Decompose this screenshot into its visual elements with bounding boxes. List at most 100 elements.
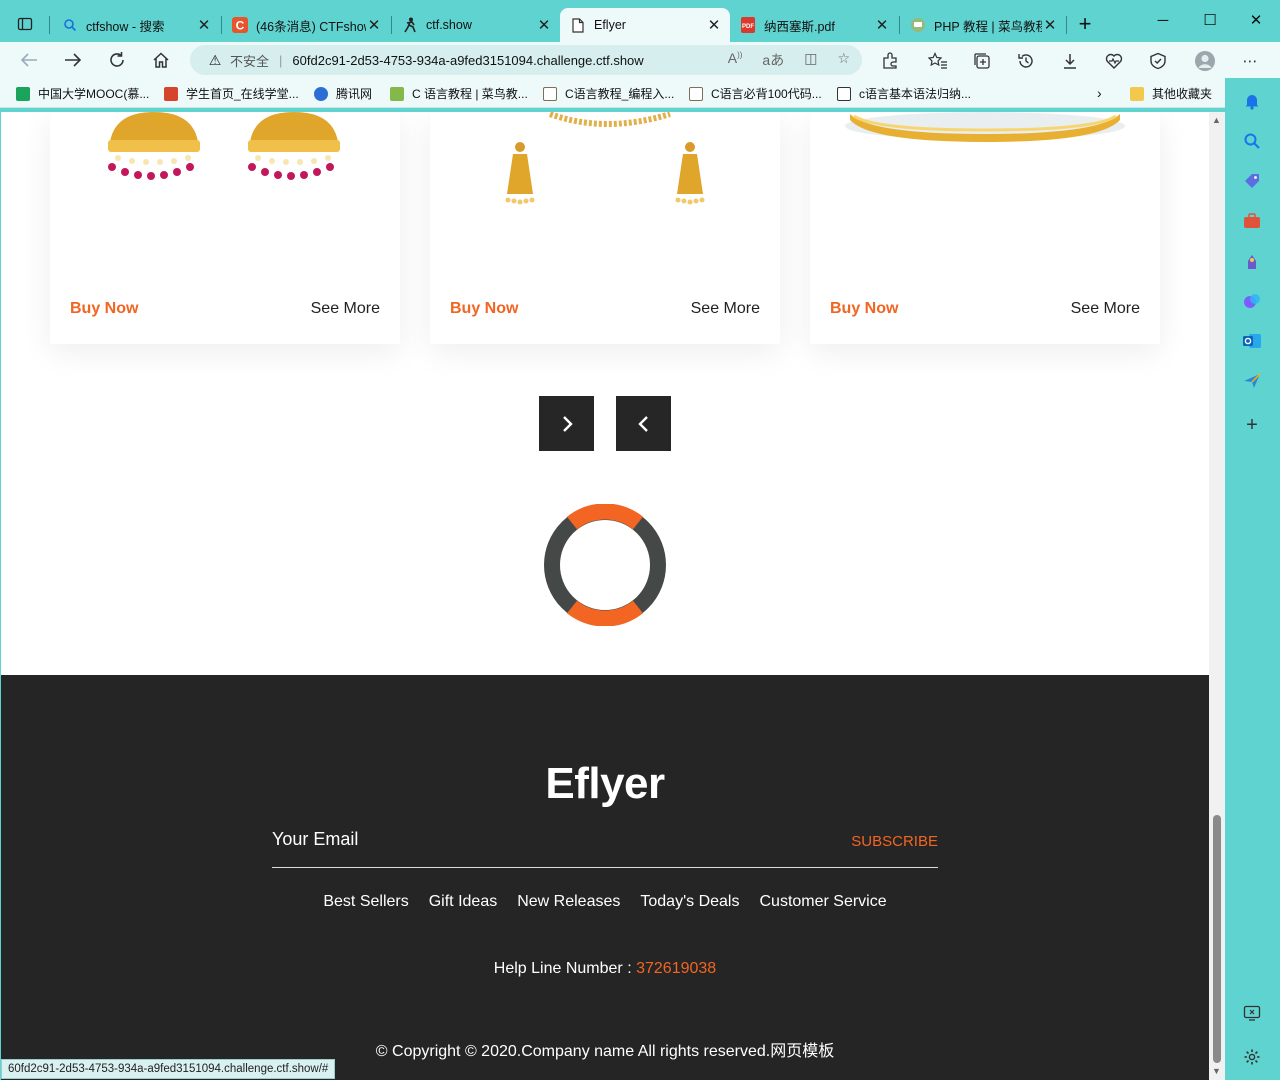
runner-icon [402, 17, 418, 33]
email-input[interactable]: Your Email [272, 829, 358, 850]
refresh-button[interactable] [102, 46, 132, 74]
bookmark-item[interactable]: 学生首页_在线学堂... [164, 85, 299, 102]
new-tab-button[interactable]: + [1072, 12, 1098, 38]
close-tab-icon[interactable]: ✕ [706, 16, 722, 34]
page-scrollbar[interactable]: ▲ ▼ [1209, 112, 1225, 1080]
translate-icon[interactable]: aあ [762, 50, 784, 70]
tools-briefcase-icon[interactable] [1243, 212, 1261, 230]
folder-icon [1130, 86, 1144, 101]
read-aloud-icon[interactable]: A)) [728, 50, 743, 70]
browser-essentials-icon[interactable] [1148, 51, 1168, 71]
see-more-link[interactable]: See More [1071, 300, 1140, 318]
other-bookmarks-label: 其他收藏夹 [1152, 87, 1213, 101]
warning-icon: ⚠ [208, 51, 222, 68]
close-tab-icon[interactable]: ✕ [874, 16, 890, 34]
tab-eflyer[interactable]: Eflyer ✕ [560, 8, 730, 42]
send-icon[interactable] [1243, 372, 1261, 390]
bookmark-favicon-icon [390, 86, 404, 101]
close-tab-icon[interactable]: ✕ [536, 16, 552, 34]
chevron-left-icon [637, 415, 648, 432]
bookmarks-overflow-chevron-icon[interactable]: › [1097, 85, 1102, 101]
history-icon[interactable] [1016, 51, 1036, 71]
tab-ctfshow-search[interactable]: ctfshow - 搜索 ✕ [52, 8, 220, 42]
subscribe-button[interactable]: SUBSCRIBE [851, 833, 938, 850]
scroll-up-arrow-icon[interactable]: ▲ [1212, 115, 1221, 125]
insecure-label: 不安全 [230, 53, 270, 69]
games-icon[interactable] [1243, 252, 1261, 270]
bookmark-item[interactable]: 中国大学MOOC(慕... [16, 85, 149, 102]
footer-logo[interactable]: Eflyer [1, 759, 1209, 809]
help-line-label: Help Line Number : [493, 960, 637, 977]
collections-icon[interactable] [972, 51, 992, 71]
other-bookmarks-folder[interactable]: 其他收藏夹 [1130, 85, 1212, 102]
split-screen-icon[interactable]: ◫ [804, 50, 817, 70]
address-url: 60fd2c91-2d53-4753-934a-a9fed3151094.cha… [292, 52, 644, 68]
buy-now-link[interactable]: Buy Now [70, 300, 138, 318]
settings-gear-icon[interactable] [1243, 1048, 1261, 1066]
bookmark-item[interactable]: C语言必背100代码... [689, 85, 822, 102]
forward-button[interactable] [58, 46, 88, 74]
close-tab-icon[interactable]: ✕ [366, 16, 382, 34]
bookmark-item[interactable]: C 语言教程 | 菜鸟教... [390, 85, 528, 102]
see-more-link[interactable]: See More [691, 300, 760, 318]
carousel-prev-button[interactable] [616, 396, 671, 451]
footer-link-new-releases[interactable]: New Releases [517, 893, 620, 911]
tab-actions-icon[interactable] [8, 10, 42, 38]
address-bar[interactable]: ⚠ 不安全 | 60fd2c91-2d53-4753-934a-a9fed315… [190, 45, 862, 75]
search-icon [62, 17, 78, 33]
more-menu-icon[interactable]: ⋯ [1240, 51, 1260, 71]
notifications-bell-icon[interactable] [1243, 92, 1261, 110]
close-tab-icon[interactable]: ✕ [196, 16, 212, 34]
back-button[interactable] [14, 46, 44, 74]
carousel-next-button[interactable] [539, 396, 594, 451]
favorite-star-icon[interactable]: ☆ [837, 50, 850, 70]
footer-link-gift-ideas[interactable]: Gift Ideas [429, 893, 497, 911]
bookmark-label: C语言必背100代码... [711, 87, 822, 101]
scroll-down-arrow-icon[interactable]: ▼ [1212, 1066, 1221, 1076]
close-tab-icon[interactable]: ✕ [1042, 16, 1058, 34]
bookmark-item[interactable]: c语言基本语法归纳... [837, 85, 971, 102]
buy-now-link[interactable]: Buy Now [830, 300, 898, 318]
edge-sidebar: + [1225, 78, 1280, 1080]
close-window-button[interactable]: ✕ [1233, 8, 1279, 34]
home-button[interactable] [146, 46, 176, 74]
tab-csdn[interactable]: C (46条消息) CTFshow ✕ [222, 8, 390, 42]
gold-bangle-image [845, 112, 1125, 142]
tab-pdf[interactable]: PDF 纳西塞斯.pdf ✕ [730, 8, 898, 42]
downloads-icon[interactable] [1060, 51, 1080, 71]
footer-link-todays-deals[interactable]: Today's Deals [640, 893, 739, 911]
scrollbar-thumb[interactable] [1213, 815, 1221, 1063]
bookmark-item[interactable]: C语言教程_编程入... [543, 85, 674, 102]
extensions-icon[interactable] [880, 51, 900, 71]
tab-title: 纳西塞斯.pdf [764, 19, 835, 34]
help-line: Help Line Number : 372619038 [1, 960, 1209, 978]
profile-avatar-icon[interactable] [1194, 50, 1216, 72]
performance-icon[interactable] [1104, 51, 1124, 71]
footer-link-best-sellers[interactable]: Best Sellers [323, 893, 408, 911]
jhumka-earrings-image [108, 112, 340, 180]
add-sidebar-app-icon[interactable]: + [1243, 415, 1261, 435]
tab-title: Eflyer [594, 18, 626, 32]
hide-sidebar-icon[interactable] [1243, 1004, 1261, 1022]
outlook-icon[interactable] [1243, 332, 1261, 350]
product-card: Buy Now See More [50, 112, 400, 344]
footer-link-customer-service[interactable]: Customer Service [759, 893, 886, 911]
bookmark-label: 中国大学MOOC(慕... [38, 87, 150, 101]
bookmark-item[interactable]: 腾讯网 [314, 85, 372, 102]
bookmark-favicon-icon [164, 86, 178, 101]
search-icon[interactable] [1243, 132, 1261, 150]
help-line-number[interactable]: 372619038 [636, 960, 716, 977]
favorites-icon[interactable] [928, 51, 948, 71]
product-card: Buy Now See More [430, 112, 780, 344]
tab-runoob-php[interactable]: PHP 教程 | 菜鸟教程 ✕ [900, 8, 1066, 42]
tab-separator [1066, 16, 1067, 34]
buy-now-link[interactable]: Buy Now [450, 300, 518, 318]
see-more-link[interactable]: See More [311, 300, 380, 318]
tab-ctf-show[interactable]: ctf.show ✕ [392, 8, 560, 42]
maximize-button[interactable]: ☐ [1187, 8, 1233, 34]
shopping-tag-icon[interactable] [1243, 172, 1261, 190]
copilot-icon[interactable] [1243, 292, 1261, 310]
pdf-icon: PDF [740, 17, 756, 33]
minimize-button[interactable]: ─ [1140, 8, 1186, 34]
chevron-right-icon [562, 415, 573, 432]
